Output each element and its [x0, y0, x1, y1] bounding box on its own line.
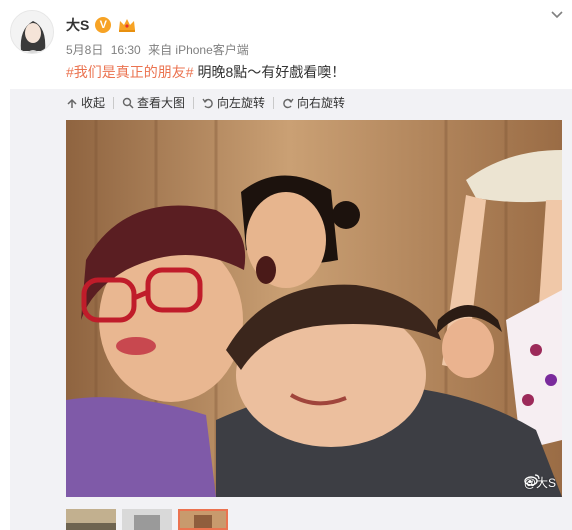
crown-member-icon[interactable] — [117, 17, 137, 33]
collapse-label: 收起 — [81, 96, 106, 110]
search-icon — [122, 97, 134, 109]
toolbar-divider — [113, 96, 115, 109]
photo-illustration — [66, 120, 562, 497]
post-meta: 5月8日 16:30 来自 iPhone客户端 — [66, 41, 249, 58]
toolbar-divider — [193, 96, 195, 109]
thumbnail-3[interactable] — [178, 509, 228, 530]
thumbnail-strip — [66, 509, 234, 530]
media-panel: 收起 查看大图 向左旋转 向右旋转 @大S — [10, 89, 572, 530]
collapse-button[interactable]: 收起 — [66, 94, 105, 111]
rotate-left-button[interactable]: 向左旋转 — [202, 94, 265, 111]
post-time[interactable]: 16:30 — [111, 43, 141, 57]
avatar[interactable] — [10, 10, 54, 54]
post-photo[interactable]: @大S — [66, 120, 562, 497]
thumbnail-2[interactable] — [122, 509, 172, 530]
rotate-right-icon — [283, 98, 294, 108]
post-source: 来自 iPhone客户端 — [148, 43, 249, 57]
post-text: 明晚8點～有好戲看噢！ — [197, 64, 346, 80]
view-large-label: 查看大图 — [137, 96, 186, 110]
view-large-button[interactable]: 查看大图 — [122, 94, 185, 111]
media-toolbar: 收起 查看大图 向左旋转 向右旋转 — [66, 94, 345, 111]
rotate-right-label: 向右旋转 — [297, 96, 346, 110]
weibo-logo-icon — [524, 474, 540, 486]
post-content: #我们是真正的朋友# 明晚8點～有好戲看噢！ — [66, 62, 345, 82]
thumbnail-1[interactable] — [66, 509, 116, 530]
author-row: 大S V — [66, 14, 137, 36]
hashtag-link[interactable]: #我们是真正的朋友# — [66, 64, 194, 80]
author-name[interactable]: 大S — [66, 15, 89, 35]
rotate-left-icon — [202, 98, 213, 108]
chevron-down-icon[interactable] — [550, 10, 564, 20]
post-date[interactable]: 5月8日 — [66, 43, 103, 57]
toolbar-divider — [273, 96, 275, 109]
photo-watermark: @大S — [524, 474, 556, 491]
collapse-icon — [67, 98, 77, 108]
rotate-right-button[interactable]: 向右旋转 — [282, 94, 345, 111]
verified-v-icon: V — [95, 17, 112, 33]
rotate-left-label: 向左旋转 — [217, 96, 266, 110]
